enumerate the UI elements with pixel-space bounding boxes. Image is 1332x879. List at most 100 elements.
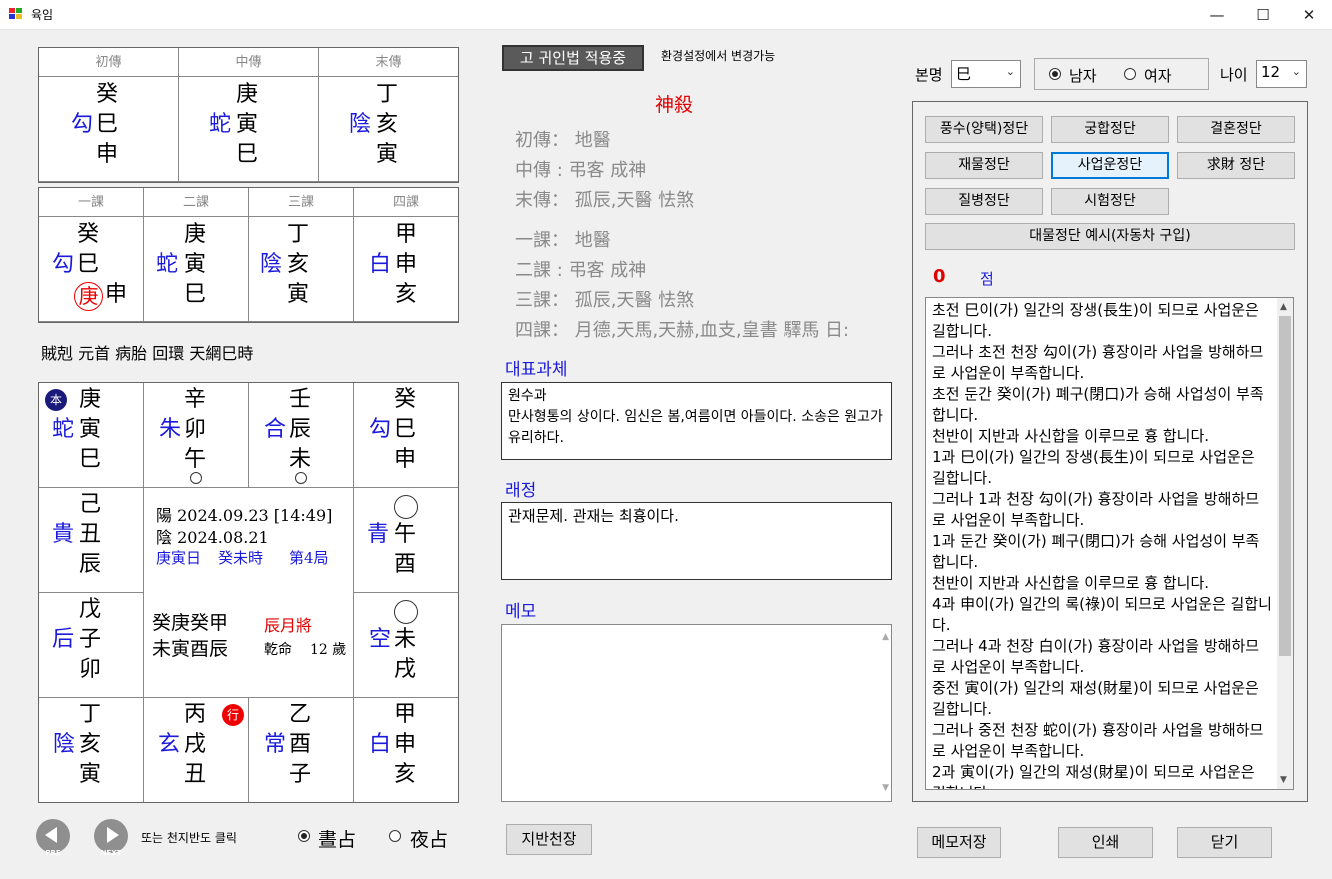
general: 玄 [158, 732, 181, 757]
branch-base: 午 [184, 447, 207, 472]
result-scrollbar[interactable]: ▲ ▼ [1277, 298, 1293, 789]
male-radio[interactable] [1049, 68, 1061, 80]
general: 合 [264, 417, 287, 442]
branch: 申 [395, 252, 418, 277]
save-memo-button[interactable]: 메모저장 [917, 827, 1001, 858]
sagwa-header: 一課 [39, 188, 143, 217]
wealth-button[interactable]: 재물정단 [925, 152, 1043, 179]
general: 勾 [52, 252, 75, 277]
result-line: 1과 둔간 癸이(가) 폐구(閉口)가 승해 사업성이 부족합니다. [932, 532, 1260, 571]
samjeon-col[interactable]: 初傳 癸 勾 巳 申 [39, 48, 179, 182]
memo-textarea[interactable]: ▲ ▼ [501, 624, 892, 802]
board-cell[interactable]: 癸 勾 巳 申 [354, 383, 458, 488]
print-button[interactable]: 인쇄 [1058, 827, 1153, 858]
stem: 乙 [289, 702, 312, 727]
samjeon-col[interactable]: 中傳 庚 蛇 寅 巳 [179, 48, 319, 182]
branch: 巳 [394, 417, 417, 442]
result-textbox[interactable]: 초전 巳이(가) 일간의 장생(長生)이 되므로 사업운은 길합니다. 그러나 초… [925, 297, 1294, 790]
daemul-button[interactable]: 대물정단 예시(자동차 구입) [925, 223, 1295, 250]
branch-base: 亥 [395, 282, 418, 307]
day-ganji: 庚寅日 [156, 549, 202, 567]
bon-badge: 本 [45, 389, 67, 411]
jiban-cheonjang-button[interactable]: 지반천장 [506, 824, 592, 855]
stem: 甲 [394, 702, 417, 727]
general: 勾 [369, 417, 392, 442]
gunghap-button[interactable]: 궁합정단 [1051, 116, 1169, 143]
age-select[interactable]: 12 ⌄ [1256, 60, 1307, 88]
female-label[interactable]: 여자 [1144, 65, 1172, 86]
raejeong-textbox[interactable]: 관재문제. 관재는 최흉이다. [501, 502, 892, 580]
board-cell[interactable]: 空 未 戌 [354, 593, 458, 698]
close-button[interactable]: 닫기 [1177, 827, 1272, 858]
result-line: 초전 巳이(가) 일간의 장생(長生)이 되므로 사업운은 길합니다. [932, 301, 1259, 340]
branch-base: 巳 [79, 447, 102, 472]
board-cell[interactable]: 青 午 酉 [354, 488, 458, 593]
day-stem-circle: 庚 [74, 282, 103, 311]
board-cell[interactable]: 壬 合 辰 未 [249, 383, 354, 488]
board-cell[interactable]: 行 丙 玄 戌 丑 [144, 698, 249, 802]
daepyo-textbox[interactable]: 원수과 만사형통의 상이다. 임신은 봄,여름이면 아들이다. 소송은 원고가 … [501, 382, 892, 460]
result-line: 그러나 초전 천장 勾이(가) 흉장이라 사업을 방해하므로 사업운이 부족합니… [932, 343, 1264, 382]
board-cell[interactable]: 丁 陰 亥 寅 [39, 698, 144, 802]
minimize-icon[interactable]: — [1194, 0, 1240, 30]
branch-base: 子 [289, 762, 312, 787]
age-label: 나이 [1220, 66, 1248, 84]
wolchang: 辰月將 [264, 616, 313, 635]
scroll-up-icon[interactable]: ▲ [1280, 302, 1287, 312]
sagwa-col[interactable]: 二課 庚 蛇 寅 巳 [144, 188, 249, 322]
night-radio-label[interactable]: 夜占 [410, 825, 448, 852]
scroll-down-icon[interactable]: ▼ [882, 778, 889, 799]
score-value: 0 [933, 266, 946, 287]
night-radio[interactable] [389, 830, 401, 842]
daepyo-text: 만사형통의 상이다. 임신은 봄,여름이면 아들이다. 소송은 원고가 유리하다… [508, 409, 883, 446]
general: 蛇 [209, 112, 232, 137]
scroll-thumb[interactable] [1279, 316, 1291, 656]
general: 常 [264, 732, 287, 757]
branch: 申 [394, 732, 417, 757]
branch: 未 [394, 627, 417, 652]
pungsu-button[interactable]: 풍수(양택)정단 [925, 116, 1043, 143]
female-radio[interactable] [1124, 68, 1136, 80]
general: 空 [369, 627, 392, 652]
gujae-button[interactable]: 求財 정단 [1177, 152, 1295, 179]
general: 陰 [53, 732, 76, 757]
day-radio-label[interactable]: 晝占 [318, 825, 356, 852]
board-cell[interactable]: 己 貴 丑 辰 [39, 488, 144, 593]
business-button[interactable]: 사업운정단 [1051, 152, 1169, 179]
samjeon-header: 末傳 [319, 48, 458, 77]
branch-base: 巳 [236, 142, 259, 167]
board-cell[interactable]: 本 庚 蛇 寅 巳 [39, 383, 144, 488]
board-cell[interactable]: 戊 后 子 卯 [39, 593, 144, 698]
board-cell[interactable]: 辛 朱 卯 午 [144, 383, 249, 488]
cheonjiban-board[interactable]: 本 庚 蛇 寅 巳 辛 朱 卯 午 壬 合 辰 未 癸 勾 巳 申 己 貴 丑 … [38, 382, 459, 803]
maximize-icon[interactable]: ☐ [1240, 0, 1286, 30]
close-icon[interactable]: ✕ [1286, 0, 1332, 30]
scroll-up-icon[interactable]: ▲ [882, 627, 889, 648]
board-cell[interactable]: 乙 常 酉 子 [249, 698, 354, 802]
next-button[interactable]: NEXT [94, 819, 128, 857]
sagwa-col[interactable]: 一課 癸 勾 巳 庚 申 [39, 188, 144, 322]
sagwa-col[interactable]: 四課 甲 白 申 亥 [354, 188, 458, 322]
branch: 亥 [79, 732, 102, 757]
sagwa-col[interactable]: 三課 丁 陰 亥 寅 [249, 188, 354, 322]
stem: 癸 [394, 387, 417, 412]
general: 白 [369, 252, 392, 277]
day-radio[interactable] [298, 830, 310, 842]
male-label[interactable]: 남자 [1069, 65, 1097, 86]
samjeon-col[interactable]: 末傳 丁 陰 亥 寅 [319, 48, 458, 182]
branch: 戌 [184, 732, 207, 757]
chevron-down-icon: ⌄ [1291, 65, 1301, 78]
marriage-button[interactable]: 결혼정단 [1177, 116, 1295, 143]
prev-button[interactable]: PRE [36, 819, 70, 857]
illness-button[interactable]: 질병정단 [925, 188, 1043, 215]
bonmyeong-select[interactable]: 巳 ⌄ [951, 60, 1021, 88]
scroll-down-icon[interactable]: ▼ [1280, 775, 1287, 785]
general: 青 [367, 522, 390, 547]
gwiin-method-button[interactable]: 고 귀인법 적용중 [502, 45, 644, 71]
exam-button[interactable]: 시험정단 [1051, 188, 1169, 215]
bonmyeong-value: 巳 [956, 65, 972, 83]
raejeong-text: 관재문제. 관재는 최흉이다. [508, 507, 679, 525]
time-ganji: 癸未時 [218, 549, 264, 567]
board-cell[interactable]: 甲 白 申 亥 [354, 698, 458, 802]
shinsal-line: 四課： 月德,天馬,天赫,血支,皇書 驛馬 日: [515, 320, 850, 341]
